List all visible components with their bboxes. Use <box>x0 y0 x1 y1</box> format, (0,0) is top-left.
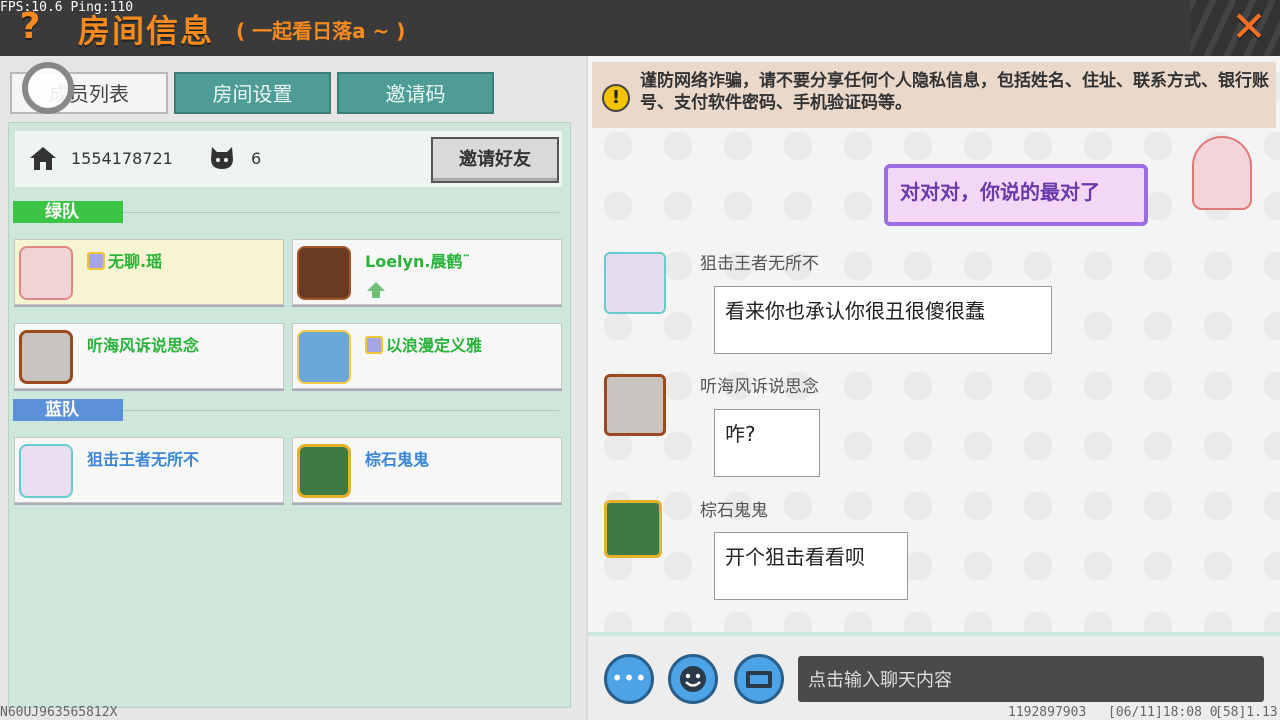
fraud-warning: ! 谨防网络诈骗，请不要分享任何个人隐私信息，包括姓名、住址、联系方式、银行账号… <box>592 62 1276 128</box>
room-id: 1554178721 <box>71 149 173 168</box>
close-button[interactable]: ✕ <box>1226 4 1272 50</box>
avatar <box>1192 136 1252 210</box>
divider <box>123 410 559 411</box>
tab-label: 房间设置 <box>212 82 293 106</box>
touch-indicator <box>22 62 74 114</box>
device-id: N60UJ963565812X <box>0 705 118 720</box>
vip-badge-icon <box>87 252 105 270</box>
invite-friends-button[interactable]: 邀请好友 <box>431 137 559 183</box>
member-name: 狙击王者无所不 <box>87 450 200 469</box>
member-card[interactable]: 无聊.瑶 <box>14 239 284 305</box>
chat-input[interactable]: 点击输入聊天内容 <box>798 656 1264 702</box>
tab-invite-code[interactable]: 邀请码 <box>337 72 494 114</box>
divider <box>123 212 559 213</box>
room-name: ( 一起看日落a ~ ) <box>236 19 406 43</box>
member-name: 无聊.瑶 <box>87 248 162 272</box>
avatar <box>19 444 73 498</box>
emoji-button[interactable] <box>668 654 718 704</box>
member-name: 以浪漫定义雅 <box>365 332 482 356</box>
sender-name: 棕石鬼鬼 <box>700 501 768 521</box>
avatar <box>19 246 73 300</box>
sender-name: 狙击王者无所不 <box>700 254 819 274</box>
member-name: 棕石鬼鬼 <box>365 450 430 469</box>
arrow-up-icon <box>367 282 385 298</box>
card-icon <box>746 671 772 688</box>
title-bar: ? 房间信息 ( 一起看日落a ~ ) ✕ <box>0 0 1280 56</box>
player-count: 6 <box>251 149 262 168</box>
vip-badge-icon <box>365 336 383 354</box>
avatar <box>297 444 351 498</box>
sender-name: 听海风诉说思念 <box>700 377 819 397</box>
tab-label: 邀请码 <box>385 82 446 106</box>
my-message-bubble: 对对对，你说的最对了 <box>884 164 1148 226</box>
more-options-button[interactable]: ••• <box>604 654 654 704</box>
warning-text: 谨防网络诈骗，请不要分享任何个人隐私信息，包括姓名、住址、联系方式、银行账号、支… <box>640 71 1269 113</box>
member-card[interactable]: 听海风诉说思念 <box>14 323 284 389</box>
team-label-green: 绿队 <box>13 201 123 223</box>
team-label-blue: 蓝队 <box>13 399 123 421</box>
players-icon <box>211 147 233 169</box>
avatar <box>297 330 351 384</box>
chat-bubble: 开个狙击看看呗 <box>714 532 908 600</box>
avatar <box>604 252 666 314</box>
member-card[interactable]: Loelyn.晨鹤˜ <box>292 239 562 305</box>
chat-bubble: 看来你也承认你很丑很傻很蠢 <box>714 286 1052 354</box>
avatar <box>604 500 662 558</box>
smiley-icon <box>680 666 706 692</box>
timestamp: [06/11]18:08 0 <box>1108 705 1218 720</box>
avatar <box>604 374 666 436</box>
version: [58]1.13.0 <box>1215 705 1280 720</box>
avatar <box>297 246 351 300</box>
avatar <box>19 330 73 384</box>
user-id: 1192897903 <box>1008 705 1087 720</box>
home-icon <box>30 147 56 170</box>
member-list: 1554178721 6 邀请好友 绿队 无聊.瑶 Loelyn.晨鹤˜ 听海风… <box>8 122 571 708</box>
member-card[interactable]: 以浪漫定义雅 <box>292 323 562 389</box>
fps-readout: FPS:10.6 Ping:110 <box>0 0 134 15</box>
chat-bubble: 咋? <box>714 409 820 477</box>
member-card[interactable]: 棕石鬼鬼 <box>292 437 562 503</box>
left-panel: 成员列表 房间设置 邀请码 1554178721 6 邀请好友 绿队 无聊.瑶 <box>0 56 586 720</box>
member-card[interactable]: 狙击王者无所不 <box>14 437 284 503</box>
tab-room-settings[interactable]: 房间设置 <box>174 72 331 114</box>
chat-panel: ! 谨防网络诈骗，请不要分享任何个人隐私信息，包括姓名、住址、联系方式、银行账号… <box>588 56 1280 720</box>
keyboard-button[interactable] <box>734 654 784 704</box>
warning-icon: ! <box>602 84 630 112</box>
member-name: Loelyn.晨鹤˜ <box>365 252 471 271</box>
member-name: 听海风诉说思念 <box>87 336 200 355</box>
room-info-row: 1554178721 6 邀请好友 <box>15 131 562 187</box>
